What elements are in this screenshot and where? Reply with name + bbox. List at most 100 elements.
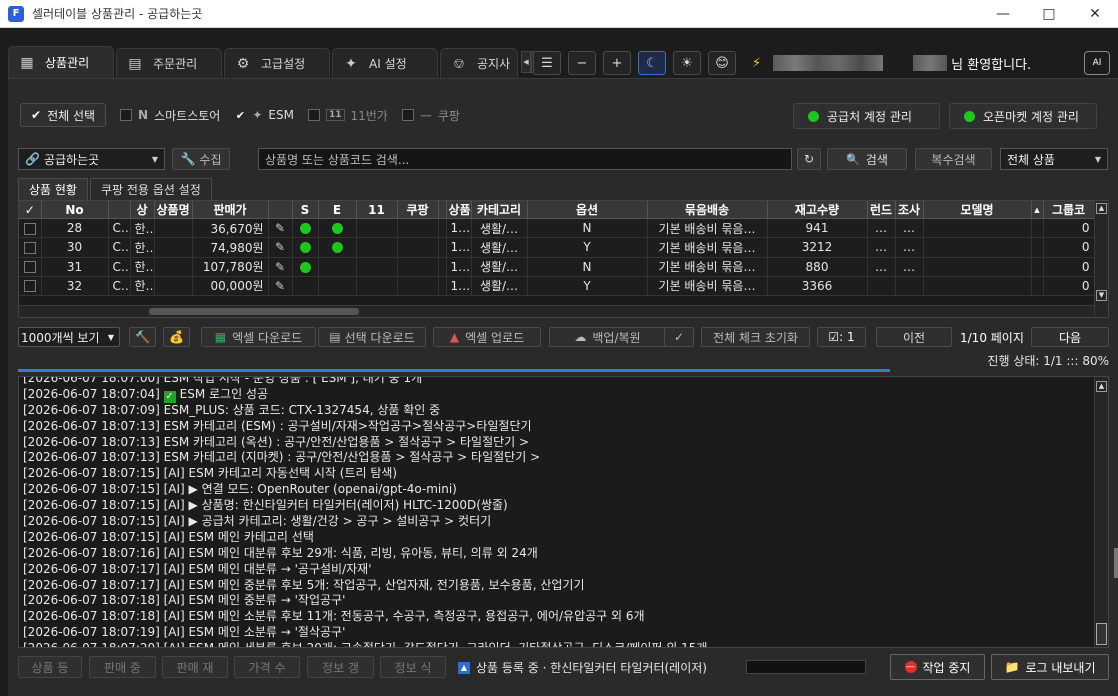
light-theme-button[interactable]: ☀ [673,51,701,75]
header-smartstore[interactable]: S [292,201,319,219]
sort-asc-icon[interactable]: ▲ [1031,201,1044,219]
supplier-select[interactable]: 🔗 공급하는곳 ▼ [18,148,165,170]
scroll-thumb[interactable] [149,308,359,315]
pencil-icon[interactable]: ✎ [275,260,285,274]
table-row[interactable]: 30C…한…74,980원✎1…생활/…Y기본 배송비 묶음…3212……0 [19,238,1095,258]
product-register-button[interactable]: 상품 등 [18,656,82,678]
close-button[interactable]: ✕ [1072,0,1118,28]
zoom-out-button[interactable]: − [568,51,596,75]
header-blank[interactable] [108,201,131,219]
table-row[interactable]: 32C…한… 00,000원 ✎ 1…생활/…Y기본 배송비 묶음…3366 0 [19,276,1095,296]
market-coupang[interactable]: — 쿠팡 [401,107,460,124]
tab-coupang-options[interactable]: 쿠팡 전용 옵션 설정 [89,178,212,200]
stop-job-button[interactable]: — 작업 중지 [890,654,985,680]
selected-download-button[interactable]: ▤ 선택 다운로드 [318,327,426,347]
export-log-button[interactable]: 📁 로그 내보내기 [991,654,1109,680]
resale-button[interactable]: 판매 재 [162,656,228,678]
pencil-icon[interactable]: ✎ [275,221,285,235]
market-11st[interactable]: 11 11번가 [307,107,388,124]
search-input[interactable]: 상품명 또는 상품코드 검색... [258,148,792,170]
header-stock[interactable]: 재고수량 [767,201,868,219]
market-checkbox[interactable] [120,109,133,121]
header-esm[interactable]: E [318,201,357,219]
tab-ai-settings[interactable]: ✦ AI 설정 [332,48,438,78]
header-maker[interactable]: 조사 [895,201,924,219]
tab-advanced-settings[interactable]: ⚙ 고급설정 [224,48,330,78]
header-sep[interactable] [438,201,447,219]
reset-checks-button[interactable]: 전체 체크 초기화 [701,327,810,347]
grid-vertical-scrollbar[interactable]: ▲ ▼ [1094,201,1108,317]
on-sale-button[interactable]: 판매 중 [89,656,156,678]
scroll-down-icon[interactable]: ▼ [1096,290,1107,301]
info-update-button[interactable]: 정보 갱 [307,656,374,678]
grid-horizontal-scrollbar[interactable] [19,305,1094,317]
table-row[interactable]: 31C…한…107,780원✎1…생활/…N기본 배송비 묶음…880……0 [19,257,1095,277]
check-button[interactable]: ✓ [664,327,694,347]
market-checkbox[interactable] [307,109,320,121]
tab-notice[interactable]: ⎊ 공지사 [440,48,518,78]
price-edit-button[interactable]: 가격 수 [234,656,300,678]
search-button[interactable]: 🔍 검색 [827,148,907,170]
market-esm[interactable]: ✔ ✦ ESM [234,108,294,122]
ai-chat-icon[interactable]: AI [1084,51,1110,75]
market-checkbox[interactable] [401,109,414,121]
scope-select[interactable]: 전체 상품 ▼ [1000,148,1108,170]
tab-order-management[interactable]: ▤ 주문관리 [116,48,222,78]
header-no[interactable]: No [41,201,109,219]
row-checkbox[interactable] [23,241,36,254]
excel-upload-button[interactable]: ▲ 엑셀 업로드 [433,327,541,347]
header-group-code[interactable]: 그룹코 [1043,201,1095,219]
menu-button[interactable]: ☰ [533,51,561,75]
row-status: C… [108,276,131,296]
tab-scroll-left-icon[interactable]: ◀ [521,51,531,73]
market-smartstore[interactable]: N 스마트스토어 [120,107,220,124]
maximize-button[interactable]: □ [1026,0,1072,28]
page-size-select[interactable]: 1000개씩 보기 ▼ [18,327,120,347]
multi-search-button[interactable]: 복수검색 [915,148,992,170]
row-checkbox[interactable] [23,261,36,273]
row-checkbox[interactable] [23,222,36,235]
pencil-icon[interactable]: ✎ [275,279,285,293]
header-product-code[interactable]: 상품 [446,201,472,219]
header-product-name[interactable]: 상품명 [154,201,193,219]
openmarket-account-button[interactable]: 오픈마켓 계정 관리 [949,103,1097,129]
tab-product-status[interactable]: 상품 현황 [18,178,88,200]
header-model[interactable]: 모델명 [923,201,1032,219]
prev-page-button[interactable]: 이전 [876,327,952,347]
header-check[interactable]: ✓ [19,201,42,219]
header-coupang[interactable]: 쿠팡 [397,201,439,219]
backup-restore-button[interactable]: ☁ 백업/복원 [549,327,666,347]
table-row[interactable]: 28C…한…36,670원✎1…생활/…N기본 배송비 묶음…941……0 [19,218,1095,238]
minimize-button[interactable]: — [980,0,1026,28]
hammer-button[interactable]: 🔨 [129,327,156,347]
header-category[interactable]: 카테고리 [471,201,528,219]
scroll-up-icon[interactable]: ▲ [1096,381,1107,392]
header-edit[interactable] [268,201,293,219]
money-bag-button[interactable]: 💰 [163,327,190,347]
scroll-up-icon[interactable]: ▲ [1096,203,1107,214]
header-price[interactable]: 판매가 [192,201,269,219]
excel-download-button[interactable]: ▦ 엑셀 다운로드 [201,327,316,347]
collect-button[interactable]: 🔧 수집 [172,148,230,170]
header-11st[interactable]: 11 [356,201,398,219]
scroll-thumb[interactable] [1096,623,1107,645]
tab-product-management[interactable]: ▦ 상품관리 [8,46,114,78]
supplier-account-button[interactable]: 공급처 계정 관리 [793,103,940,129]
window-resize-handle[interactable] [1114,548,1118,578]
emoji-button[interactable]: 😊 [708,51,736,75]
refresh-button[interactable]: ↻ [797,148,821,170]
dark-theme-button[interactable]: ☾ [638,51,666,75]
header-bundle-shipping[interactable]: 묶음배송 [647,201,768,219]
header-brand[interactable]: 런드 [867,201,896,219]
info-delete-button[interactable]: 정보 식 [380,656,446,678]
row-checkbox[interactable] [23,280,36,292]
play-icon: ▲ [458,661,470,674]
pencil-icon[interactable]: ✎ [275,240,285,254]
header-status[interactable]: 상 [130,201,155,219]
header-option[interactable]: 옵션 [527,201,648,219]
log-vertical-scrollbar[interactable]: ▲ [1094,377,1108,647]
next-page-button[interactable]: 다음 [1031,327,1109,347]
zoom-in-button[interactable]: + [603,51,631,75]
select-all-button[interactable]: ✔ 전체 선택 [20,103,107,127]
market-checkbox[interactable]: ✔ [234,109,246,122]
